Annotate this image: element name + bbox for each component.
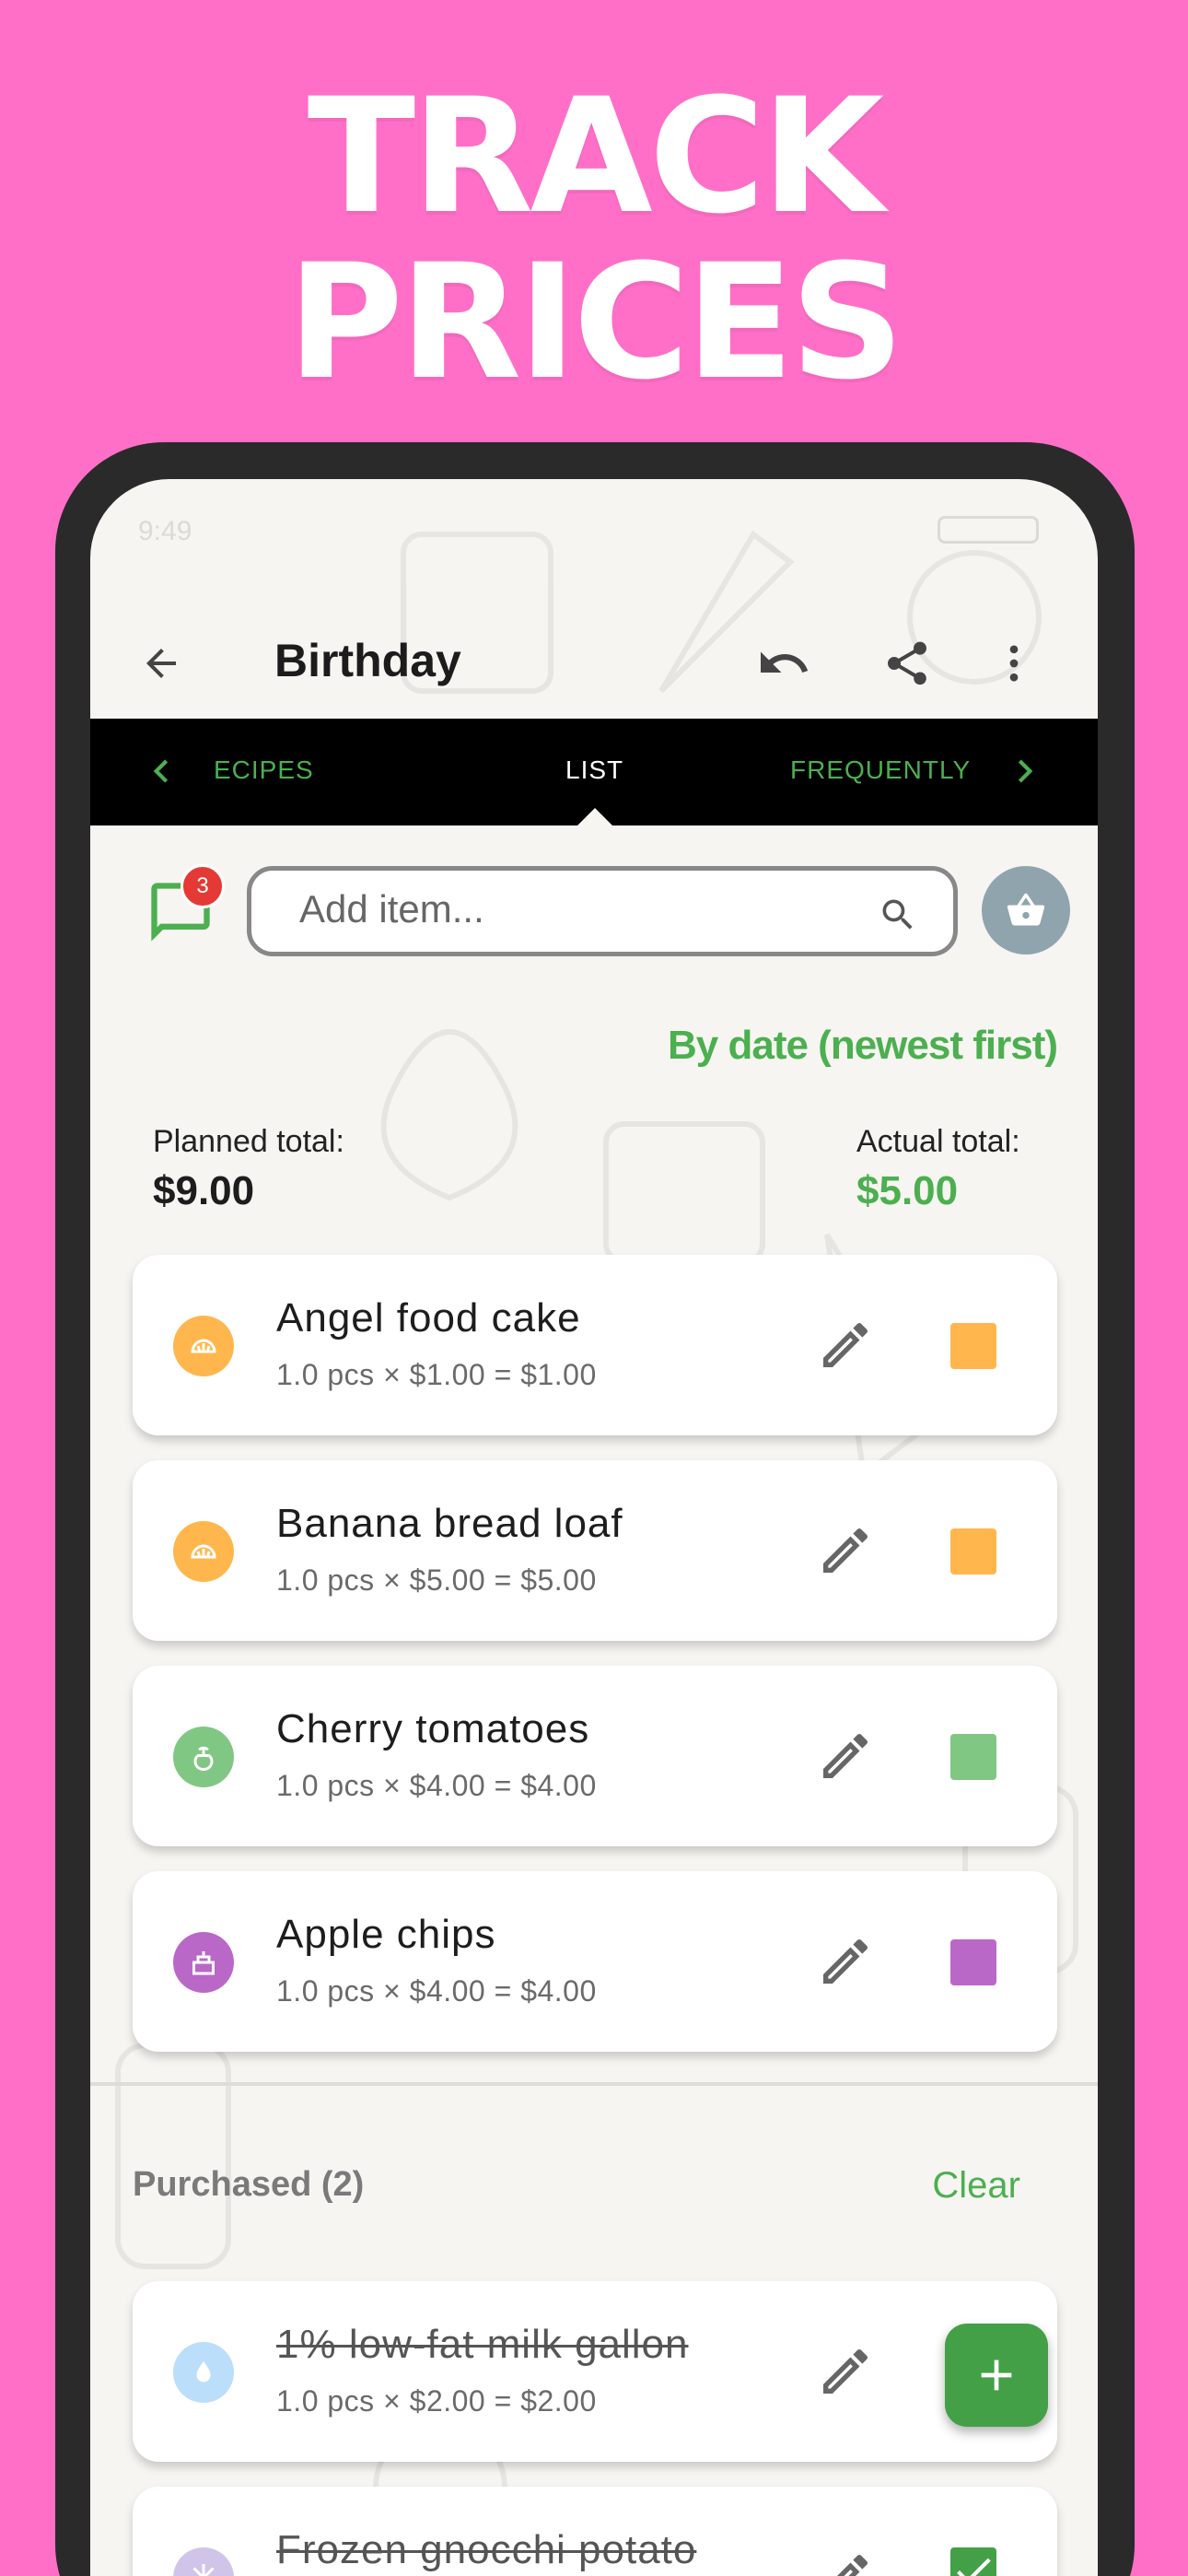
item-name: Apple chips xyxy=(276,1912,496,1957)
planned-total-value: $9.00 xyxy=(153,1168,255,1213)
purchased-section-title: Purchased (2) xyxy=(133,2165,365,2204)
item-price-calc: 1.0 pcs × $5.00 = $5.00 xyxy=(276,1563,597,1597)
app-screen: 9:49 Birthday ECIPES LIST FREQUENTLY 3 A… xyxy=(90,479,1098,2576)
app-bar: Birthday xyxy=(90,590,1098,737)
add-item-placeholder: Add item... xyxy=(299,887,484,931)
tab-bar: ECIPES LIST FREQUENTLY xyxy=(90,719,1098,826)
section-divider xyxy=(90,2082,1098,2086)
status-time: 9:49 xyxy=(138,516,192,546)
clear-purchased-button[interactable]: Clear xyxy=(932,2165,1020,2207)
item-checkbox[interactable] xyxy=(950,1734,996,1780)
item-price-calc: 1.0 pcs × $4.00 = $4.00 xyxy=(276,1769,597,1802)
item-checkbox[interactable] xyxy=(950,1939,996,1985)
item-checkbox[interactable] xyxy=(950,1323,996,1369)
tab-recipes[interactable]: ECIPES xyxy=(214,755,314,785)
totals-row: Planned total: $9.00 Actual total: $5.00 xyxy=(90,1124,1098,1225)
item-name: Cherry tomatoes xyxy=(276,1706,590,1751)
share-icon[interactable] xyxy=(875,631,939,696)
frozen-icon xyxy=(173,2547,234,2576)
item-name: Angel food cake xyxy=(276,1295,581,1341)
edit-pencil-icon[interactable] xyxy=(816,2342,875,2401)
dairy-icon xyxy=(173,2342,234,2403)
item-price-calc: 1.0 pcs × $4.00 = $4.00 xyxy=(276,1974,597,2008)
chevron-right-icon[interactable] xyxy=(1002,748,1048,794)
plus-icon xyxy=(981,2359,1012,2391)
actual-total-value: $5.00 xyxy=(856,1168,959,1213)
edit-pencil-icon[interactable] xyxy=(816,2547,875,2576)
headline-line-2: PRICES xyxy=(286,229,904,415)
undo-icon[interactable] xyxy=(751,631,816,696)
item-checkbox[interactable] xyxy=(950,1528,996,1575)
edit-pencil-icon[interactable] xyxy=(816,1932,875,1991)
headline-line-1: TRACK xyxy=(307,64,884,249)
promo-headline: TRACK PRICES xyxy=(0,74,1188,405)
actual-total-label: Actual total: xyxy=(856,1124,1020,1159)
basket-icon xyxy=(1007,893,1045,926)
list-title: Birthday xyxy=(274,635,461,686)
item-price-calc: 1.0 pcs × $2.00 = $2.00 xyxy=(276,2384,597,2418)
bakery-icon xyxy=(173,1316,234,1376)
purchased-item[interactable]: 1% low-fat milk gallon 1.0 pcs × $2.00 =… xyxy=(133,2281,1057,2462)
search-icon[interactable] xyxy=(878,895,918,935)
edit-pencil-icon[interactable] xyxy=(816,1727,875,1786)
tab-list[interactable]: LIST xyxy=(565,755,623,785)
status-bar: 9:49 xyxy=(90,516,1098,562)
bakery-icon xyxy=(173,1521,234,1582)
add-item-row: 3 Add item... xyxy=(90,861,1098,962)
snacks-icon xyxy=(173,1932,234,1993)
sort-selector[interactable]: By date (newest first) xyxy=(668,1023,1058,1069)
check-icon xyxy=(957,2558,991,2576)
basket-button[interactable] xyxy=(982,866,1070,954)
add-item-input[interactable]: Add item... xyxy=(247,866,958,956)
active-tab-indicator xyxy=(577,808,613,826)
item-name: Frozen gnocchi potato xyxy=(276,2527,697,2572)
message-count-badge: 3 xyxy=(181,864,225,908)
back-arrow-icon[interactable] xyxy=(129,631,193,696)
tab-frequently[interactable]: FREQUENTLY xyxy=(790,755,971,785)
item-name: 1% low-fat milk gallon xyxy=(276,2322,689,2367)
list-item[interactable]: Angel food cake 1.0 pcs × $1.00 = $1.00 xyxy=(133,1255,1057,1435)
list-item[interactable]: Banana bread loaf 1.0 pcs × $5.00 = $5.0… xyxy=(133,1460,1057,1641)
produce-icon xyxy=(173,1727,234,1787)
more-vert-icon[interactable] xyxy=(982,631,1046,696)
item-checkbox-checked[interactable] xyxy=(950,2547,996,2576)
item-price-calc: 1.0 pcs × $1.00 = $1.00 xyxy=(276,1358,597,1391)
list-item[interactable]: Cherry tomatoes 1.0 pcs × $4.00 = $4.00 xyxy=(133,1666,1057,1846)
chevron-left-icon[interactable] xyxy=(138,748,184,794)
purchased-item[interactable]: Frozen gnocchi potato xyxy=(133,2487,1057,2576)
item-name: Banana bread loaf xyxy=(276,1501,623,1546)
list-item[interactable]: Apple chips 1.0 pcs × $4.00 = $4.00 xyxy=(133,1871,1057,2052)
planned-total-label: Planned total: xyxy=(153,1124,344,1159)
add-fab-button[interactable] xyxy=(945,2324,1048,2427)
edit-pencil-icon[interactable] xyxy=(816,1316,875,1375)
battery-icon xyxy=(938,516,1039,544)
edit-pencil-icon[interactable] xyxy=(816,1521,875,1580)
